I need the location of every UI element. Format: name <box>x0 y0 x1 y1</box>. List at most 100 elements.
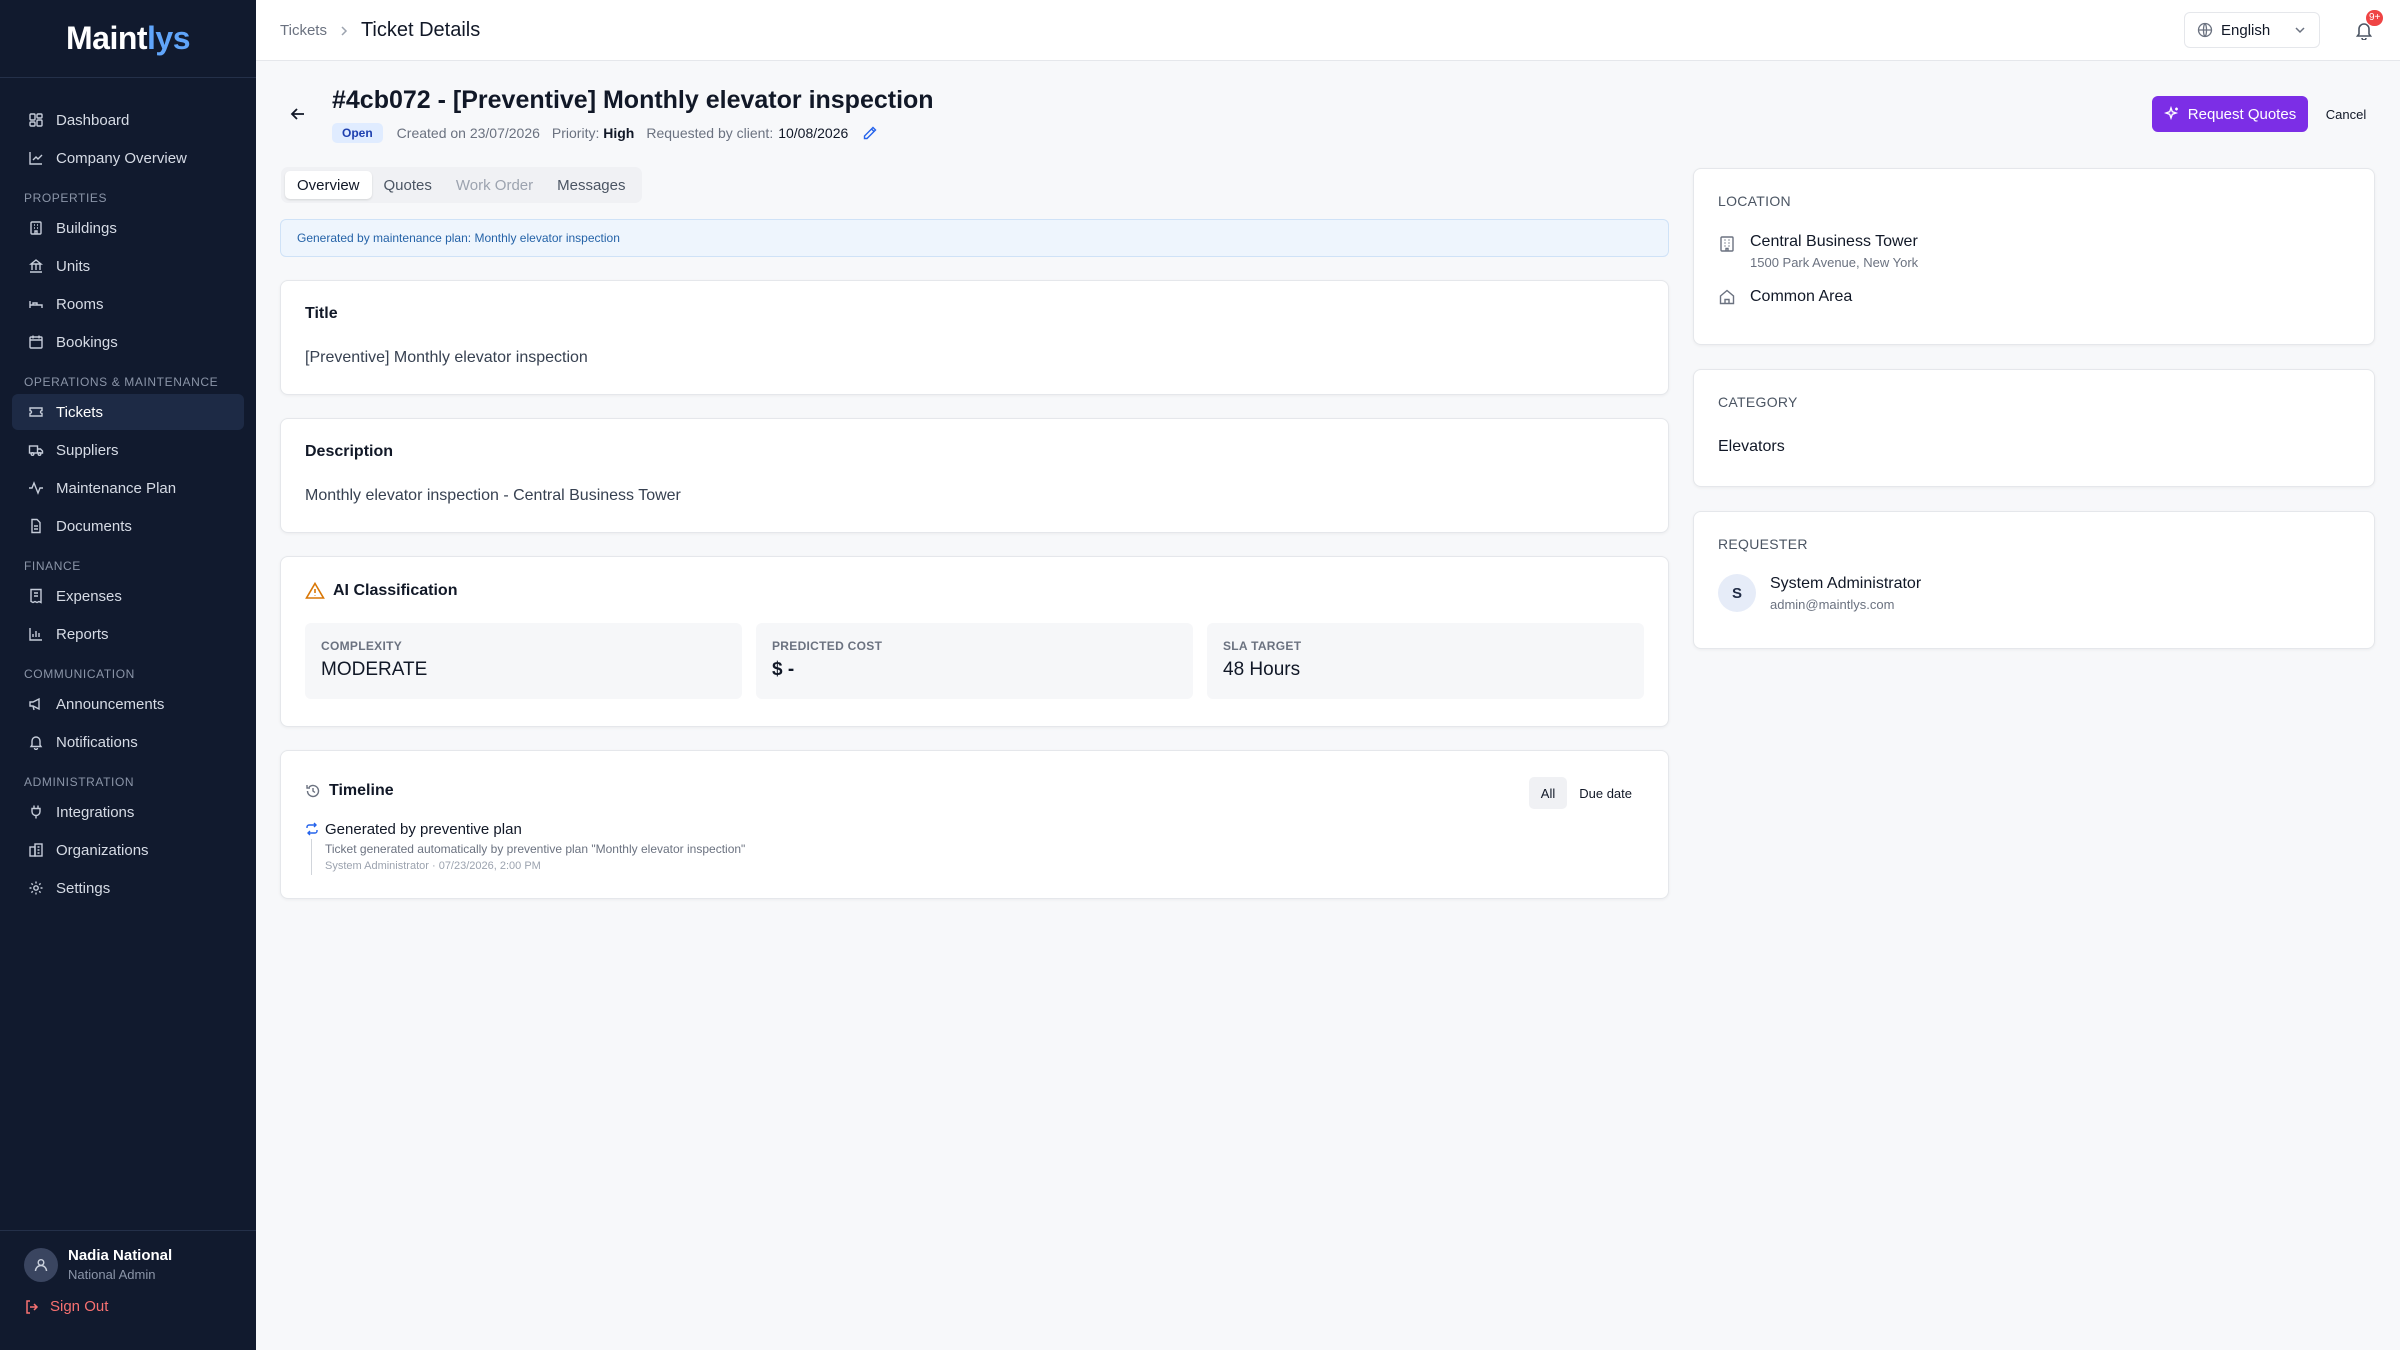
user-profile[interactable]: Nadia National National Admin <box>24 1247 232 1282</box>
sidebar-item-reports[interactable]: Reports <box>12 616 244 652</box>
nav-section-operations: OPERATIONS & MAINTENANCE <box>24 375 219 389</box>
maintenance-plan-banner: Generated by maintenance plan: Monthly e… <box>280 219 1669 257</box>
requester-card: REQUESTER S System Administrator admin@m… <box>1693 511 2375 649</box>
tab-overview[interactable]: Overview <box>285 171 372 199</box>
sidebar-item-label: Settings <box>56 879 111 897</box>
building-icon <box>1720 236 1734 252</box>
sign-out-label: Sign Out <box>50 1298 109 1315</box>
requester-email: admin@maintlys.com <box>1770 596 1895 612</box>
timeline-card: Timeline All Due date Generated by preve… <box>280 750 1669 899</box>
sidebar-item-label: Integrations <box>56 803 135 821</box>
sidebar-item-expenses[interactable]: Expenses <box>12 578 244 614</box>
sidebar-item-label: Reports <box>56 625 109 643</box>
sign-out-button[interactable]: Sign Out <box>24 1298 232 1315</box>
sidebar-item-label: Tickets <box>56 403 103 421</box>
plug-icon <box>31 805 41 819</box>
breadcrumb-tickets-link[interactable]: Tickets <box>280 22 327 39</box>
sidebar-item-label: Organizations <box>56 841 149 859</box>
title-label: Title <box>305 305 338 322</box>
request-quotes-label: Request Quotes <box>2187 105 2297 123</box>
arrow-left-icon <box>290 108 304 120</box>
sidebar-item-buildings[interactable]: Buildings <box>12 210 244 246</box>
user-role: National Admin <box>68 1267 156 1282</box>
top-bar: Tickets Ticket Details English 9+ <box>256 0 2400 61</box>
chevron-right-icon <box>341 25 348 36</box>
tab-work-order[interactable]: Work Order <box>444 171 545 199</box>
back-button[interactable] <box>284 100 312 128</box>
cancel-button[interactable]: Cancel <box>2322 96 2370 132</box>
dashboard-icon <box>29 113 43 127</box>
avatar <box>24 1247 58 1282</box>
sidebar-item-dashboard[interactable]: Dashboard <box>12 102 244 138</box>
tab-quotes[interactable]: Quotes <box>372 171 444 199</box>
page-title: Ticket Details <box>360 19 481 41</box>
user-name: Nadia National <box>68 1247 173 1264</box>
sidebar-item-announcements[interactable]: Announcements <box>12 686 244 722</box>
sparkles-icon <box>2163 106 2178 121</box>
bell-icon <box>29 736 43 750</box>
sidebar-item-tickets[interactable]: Tickets <box>12 394 244 430</box>
timeline-line <box>311 839 312 875</box>
sla-target-value: 48 Hours <box>1223 659 1301 680</box>
language-select[interactable]: English <box>2184 12 2320 48</box>
timeline-entry-title: Generated by preventive plan <box>325 821 522 838</box>
document-icon <box>31 518 41 534</box>
timeline-entry-meta: System Administrator · 07/23/2026, 2:00 … <box>325 860 541 872</box>
activity-icon <box>29 481 43 495</box>
sidebar-item-suppliers[interactable]: Suppliers <box>12 432 244 468</box>
filter-all-button[interactable]: All <box>1528 777 1568 809</box>
sidebar-item-documents[interactable]: Documents <box>12 508 244 544</box>
description-value: Monthly elevator inspection - Central Bu… <box>305 487 681 504</box>
chart-icon <box>29 152 43 165</box>
requested-date: 10/08/2026 <box>778 125 849 141</box>
title-value: [Preventive] Monthly elevator inspection <box>305 349 588 366</box>
tab-messages[interactable]: Messages <box>545 171 637 199</box>
user-box: Nadia National National Admin Sign Out <box>0 1230 256 1331</box>
history-icon <box>306 784 320 798</box>
bed-icon <box>29 301 43 308</box>
sidebar-item-company-overview[interactable]: Company Overview <box>12 140 244 176</box>
sidebar-item-notifications[interactable]: Notifications <box>12 724 244 760</box>
sidebar-item-label: Maintenance Plan <box>56 479 177 497</box>
sidebar-item-organizations[interactable]: Organizations <box>12 832 244 868</box>
sla-target-label: SLA TARGET <box>1223 639 1302 653</box>
description-card: Description Monthly elevator inspection … <box>280 418 1669 533</box>
ticket-meta: Open Created on 23/07/2026 Priority: Hig… <box>332 122 878 144</box>
notification-badge: 9+ <box>2366 10 2384 26</box>
pencil-icon[interactable] <box>862 125 878 141</box>
sidebar-item-label: Expenses <box>56 587 122 605</box>
filter-due-date-button[interactable]: Due date <box>1567 777 1644 809</box>
nav-section-communication: COMMUNICATION <box>24 667 135 681</box>
sidebar-item-label: Announcements <box>56 695 165 713</box>
complexity-box: COMPLEXITY MODERATE <box>305 623 742 699</box>
warning-icon <box>305 581 325 599</box>
sidebar-item-label: Company Overview <box>56 149 187 167</box>
megaphone-icon <box>29 697 40 711</box>
logo[interactable]: Maintlys <box>0 0 256 78</box>
nav-section-properties: PROPERTIES <box>24 191 108 205</box>
description-label: Description <box>305 443 394 460</box>
timeline-entry-description: Ticket generated automatically by preven… <box>325 842 746 856</box>
notifications-button[interactable]: 9+ <box>2350 10 2384 44</box>
ticket-icon <box>29 407 43 417</box>
location-card: LOCATION Central Business Tower 1500 Par… <box>1693 168 2375 345</box>
status-badge: Open <box>332 123 383 143</box>
title-card: Title [Preventive] Monthly elevator insp… <box>280 280 1669 395</box>
sidebar-item-units[interactable]: Units <box>12 248 244 284</box>
building-address: 1500 Park Avenue, New York <box>1750 255 1919 270</box>
home-icon <box>1719 289 1735 305</box>
sidebar-item-rooms[interactable]: Rooms <box>12 286 244 322</box>
chevron-down-icon <box>2295 27 2305 34</box>
sidebar-item-maintenance-plan[interactable]: Maintenance Plan <box>12 470 244 506</box>
request-quotes-button[interactable]: Request Quotes <box>2152 96 2308 132</box>
gear-icon <box>29 881 43 895</box>
predicted-cost-label: PREDICTED COST <box>772 639 883 653</box>
location-label: LOCATION <box>1718 193 1791 209</box>
sidebar-item-settings[interactable]: Settings <box>12 870 244 906</box>
timeline-label: Timeline <box>329 782 394 799</box>
sidebar-item-bookings[interactable]: Bookings <box>12 324 244 360</box>
requested-label: Requested by client: <box>646 125 774 141</box>
building-name[interactable]: Central Business Tower <box>1750 233 1918 251</box>
truck-icon <box>28 445 44 456</box>
sidebar-item-integrations[interactable]: Integrations <box>12 794 244 830</box>
